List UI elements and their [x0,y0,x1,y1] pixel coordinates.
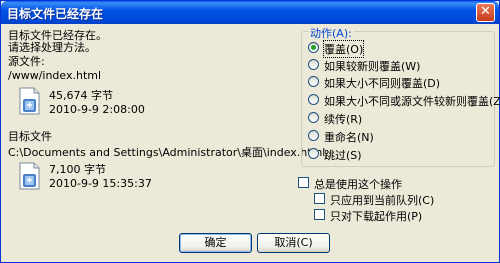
apply-queue-checkbox[interactable] [314,193,325,204]
radio-button[interactable] [308,130,319,141]
dialog-title: 目标文件已经存在 [7,7,104,21]
radio-button[interactable] [308,148,319,159]
radio-label: 如果大小不同或源文件较新则覆盖(Z) [324,95,500,108]
source-date: 2010-9-9 2:08:00 [49,103,145,116]
document-icon [18,87,42,115]
apply-download-label: 只对下载起作用(P) [330,210,423,223]
radio-button[interactable] [308,76,319,87]
radio-label: 跳过(S) [324,149,362,162]
action-group-legend: 动作(A): [308,25,354,41]
source-size: 45,674 字节 [49,89,113,102]
radio-button[interactable] [308,59,319,70]
title-bar[interactable]: 目标文件已经存在 ✕ [1,1,499,24]
action-group: 动作(A): 覆盖(O) 如果较新则覆盖(W) 如果大小不同则覆盖(D) 如果大… [301,25,500,167]
source-path: /www/index.html [8,69,102,82]
radio-button[interactable] [308,94,319,105]
radio-label: 重命名(N) [324,131,374,144]
radio-label: 覆盖(O) [322,40,365,58]
apply-download-checkbox[interactable] [314,209,325,220]
target-date: 2010-9-9 15:35:37 [49,177,152,190]
radio-label: 续传(R) [324,113,363,126]
target-path: C:\Documents and Settings\Administrator\… [8,146,326,159]
cancel-button[interactable]: 取消(C) [257,233,330,253]
radio-label: 如果较新则覆盖(W) [324,60,421,73]
apply-queue-label: 只应用到当前队列(C) [330,194,435,207]
source-label: 源文件: [8,55,45,68]
dialog-body: 目标文件已经存在。 请选择处理方法。 源文件: /www/index.html … [1,24,500,262]
radio-button[interactable] [308,42,319,53]
close-icon: ✕ [480,4,491,19]
document-icon [18,162,42,190]
radio-button[interactable] [308,112,319,123]
always-use-label: 总是使用这个操作 [314,178,402,191]
radio-label: 如果大小不同则覆盖(D) [324,77,441,90]
ok-button[interactable]: 确定 [179,233,252,253]
target-label: 目标文件 [8,130,52,143]
close-button[interactable]: ✕ [476,3,495,22]
always-use-checkbox[interactable] [298,177,309,188]
dialog-window: 目标文件已经存在 ✕ 目标文件已经存在。 请选择处理方法。 源文件: /www/… [0,0,500,263]
target-size: 7,100 字节 [49,163,106,176]
